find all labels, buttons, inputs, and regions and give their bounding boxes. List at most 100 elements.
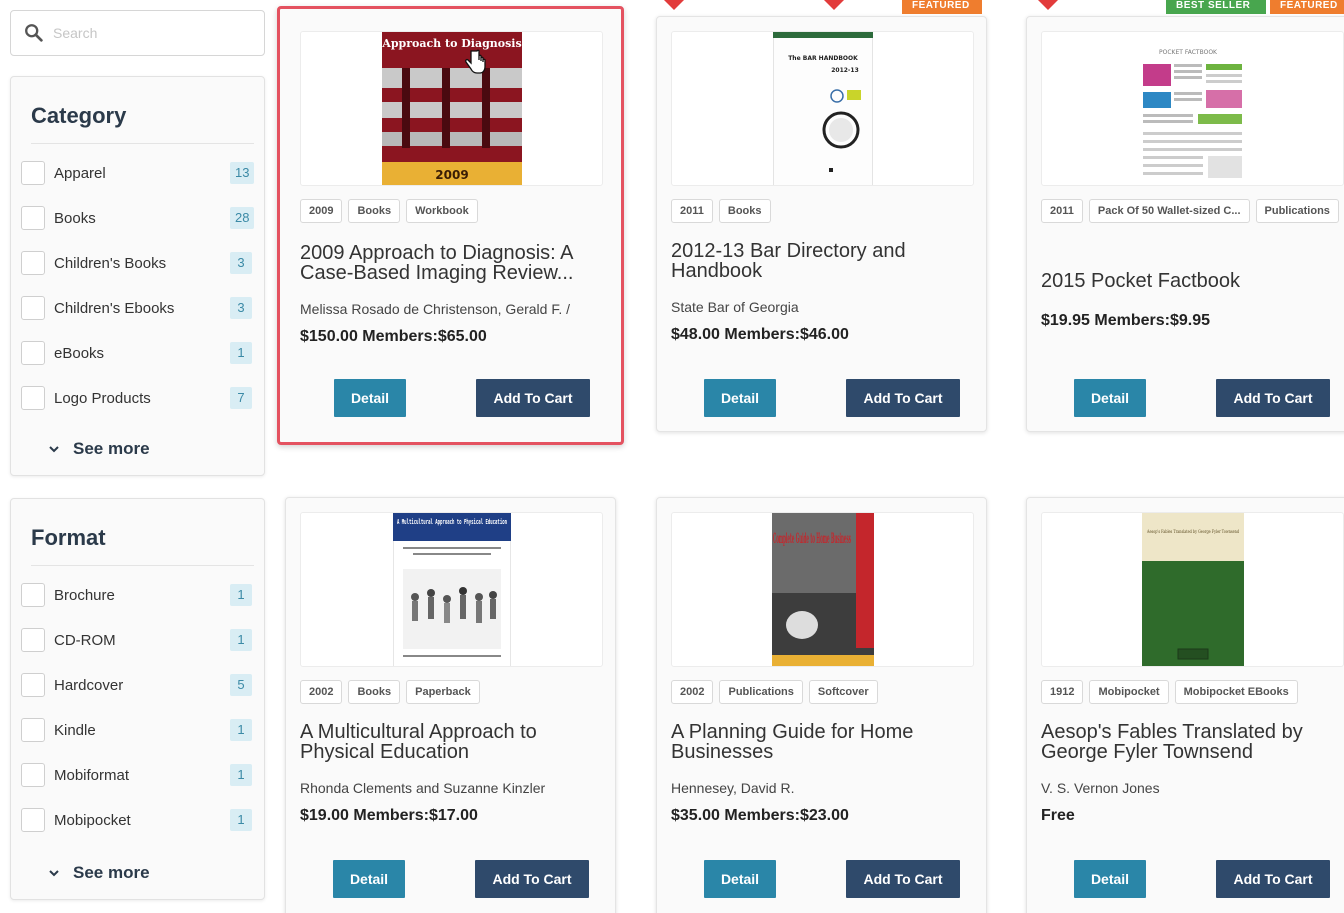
product-title[interactable]: Aesop's Fables Translated by George Fyle… [1041, 722, 1341, 762]
product-card[interactable]: Aesop's Fables Translated by George Fyle… [1026, 497, 1344, 913]
product-title[interactable]: 2012-13 Bar Directory and Handbook [671, 241, 972, 281]
product-author: Hennesey, David R. [671, 780, 795, 796]
checkbox[interactable] [21, 341, 45, 365]
product-image[interactable]: Approach to Diagnosis 2009 [300, 31, 603, 186]
product-price: $150.00 Members:$65.00 [300, 328, 487, 345]
tag: Mobipocket [1089, 680, 1169, 704]
category-title: Category [31, 103, 127, 128]
checkbox[interactable] [21, 296, 45, 320]
count-badge: 13 [230, 162, 255, 184]
format-item-brochure[interactable]: Brochure 1 [11, 578, 264, 623]
tag: Mobipocket EBooks [1174, 680, 1298, 704]
detail-button[interactable]: Detail [704, 860, 776, 898]
tag-list: 2009 Books Workbook [300, 199, 611, 223]
checkbox[interactable] [21, 673, 45, 697]
product-card[interactable]: The BAR HANDBOOK 2012-13 2011 Books 2012… [656, 16, 987, 432]
product-author: Melissa Rosado de Christenson, Gerald F.… [300, 301, 571, 317]
detail-button[interactable]: Detail [334, 379, 406, 417]
facet-label: Logo Products [54, 390, 151, 407]
checkbox[interactable] [21, 206, 45, 230]
tag: Publications [719, 680, 803, 704]
search-input[interactable] [53, 25, 243, 41]
format-facet: Format Brochure 1 CD-ROM 1 Hardcover 5 Kind… [10, 498, 265, 900]
format-item-hardcover[interactable]: Hardcover 5 [11, 668, 264, 713]
cover-title: POCKET FACTBOOK [1159, 49, 1218, 56]
product-image[interactable]: A Multicultural Approach to Physical Edu… [300, 512, 603, 667]
product-card[interactable]: Complete Guide to Home Business 2002 Pub… [656, 497, 987, 913]
tag: Paperback [406, 680, 480, 704]
product-image[interactable]: The BAR HANDBOOK 2012-13 [671, 31, 974, 186]
featured-badge: FEATURED [1270, 0, 1344, 14]
checkbox[interactable] [21, 251, 45, 275]
format-item-mobipocket[interactable]: Mobipocket 1 [11, 803, 264, 848]
product-title[interactable]: 2015 Pocket Factbook [1041, 271, 1341, 291]
product-price: $48.00 Members:$46.00 [671, 326, 849, 343]
facet-label: Mobiformat [54, 767, 130, 784]
checkbox[interactable] [21, 718, 45, 742]
category-item-ebooks[interactable]: eBooks 1 [11, 336, 264, 381]
add-to-cart-button[interactable]: Add To Cart [846, 379, 960, 417]
tag: 2011 [1041, 199, 1083, 223]
book-cover-image: A Multicultural Approach to Physical Edu… [392, 513, 511, 666]
detail-button[interactable]: Detail [1074, 860, 1146, 898]
product-price: $35.00 Members:$23.00 [671, 807, 849, 824]
detail-button[interactable]: Detail [704, 379, 776, 417]
checkbox[interactable] [21, 386, 45, 410]
search-box[interactable] [10, 10, 265, 56]
cover-year: 2012-13 [831, 67, 859, 74]
detail-button[interactable]: Detail [1074, 379, 1146, 417]
see-more-label: See more [73, 439, 150, 458]
chevron-down-icon [49, 870, 59, 877]
product-card[interactable]: Approach to Diagnosis 2009 2009 Books Wo… [277, 6, 624, 445]
count-badge: 7 [230, 387, 252, 409]
down-arrow-icon [664, 0, 684, 10]
facet-label: Children's Ebooks [54, 300, 175, 317]
product-card[interactable]: A Multicultural Approach to Physical Edu… [285, 497, 616, 913]
format-see-more[interactable]: See more [47, 863, 150, 883]
checkbox[interactable] [21, 628, 45, 652]
checkbox[interactable] [21, 161, 45, 185]
featured-badge: FEATURED [902, 0, 982, 14]
facet-label: Children's Books [54, 255, 167, 272]
product-title[interactable]: A Multicultural Approach to Physical Edu… [300, 722, 601, 762]
product-title[interactable]: A Planning Guide for Home Businesses [671, 722, 972, 762]
checkbox[interactable] [21, 763, 45, 787]
product-title[interactable]: 2009 Approach to Diagnosis: A Case-Based… [300, 243, 607, 283]
tag: Pack Of 50 Wallet-sized C... [1088, 199, 1250, 223]
category-see-more[interactable]: See more [47, 439, 150, 459]
format-item-mobiformat[interactable]: Mobiformat 1 [11, 758, 264, 803]
detail-button[interactable]: Detail [333, 860, 405, 898]
category-item-childrens-books[interactable]: Children's Books 3 [11, 246, 264, 291]
category-item-apparel[interactable]: Apparel 13 [11, 156, 264, 201]
add-to-cart-button[interactable]: Add To Cart [1216, 379, 1330, 417]
count-badge: 28 [230, 207, 255, 229]
book-cover-image: Aesop's Fables Translated by George Fyle… [1141, 513, 1244, 666]
checkbox[interactable] [21, 808, 45, 832]
category-item-logo-products[interactable]: Logo Products 7 [11, 381, 264, 426]
add-to-cart-button[interactable]: Add To Cart [476, 379, 590, 417]
format-item-kindle[interactable]: Kindle 1 [11, 713, 264, 758]
count-badge: 1 [230, 584, 252, 606]
product-image[interactable]: POCKET FACTBOOK [1041, 31, 1344, 186]
product-image[interactable]: Complete Guide to Home Business [671, 512, 974, 667]
tag: 2002 [671, 680, 714, 704]
tag-list: 2002 Publications Softcover [671, 680, 976, 704]
format-list: Brochure 1 CD-ROM 1 Hardcover 5 Kindle 1 Mob… [11, 566, 264, 848]
add-to-cart-button[interactable]: Add To Cart [475, 860, 589, 898]
hand-cursor-icon [465, 49, 486, 74]
add-to-cart-button[interactable]: Add To Cart [846, 860, 960, 898]
category-item-books[interactable]: Books 28 [11, 201, 264, 246]
product-price: Free [1041, 807, 1075, 824]
product-price: $19.95 Members:$9.95 [1041, 312, 1210, 329]
down-arrow-icon [1038, 0, 1058, 10]
format-item-cd-rom[interactable]: CD-ROM 1 [11, 623, 264, 668]
facet-label: CD-ROM [54, 632, 116, 649]
checkbox[interactable] [21, 583, 45, 607]
category-item-childrens-ebooks[interactable]: Children's Ebooks 3 [11, 291, 264, 336]
add-to-cart-button[interactable]: Add To Cart [1216, 860, 1330, 898]
product-card[interactable]: POCKET FACTBOOK 2011 Pack Of 50 Wallet-s… [1026, 16, 1344, 432]
tag-list: 2002 Books Paperback [300, 680, 605, 704]
product-image[interactable]: Aesop's Fables Translated by George Fyle… [1041, 512, 1344, 667]
tag: Books [348, 680, 401, 704]
product-author: V. S. Vernon Jones [1041, 780, 1160, 796]
